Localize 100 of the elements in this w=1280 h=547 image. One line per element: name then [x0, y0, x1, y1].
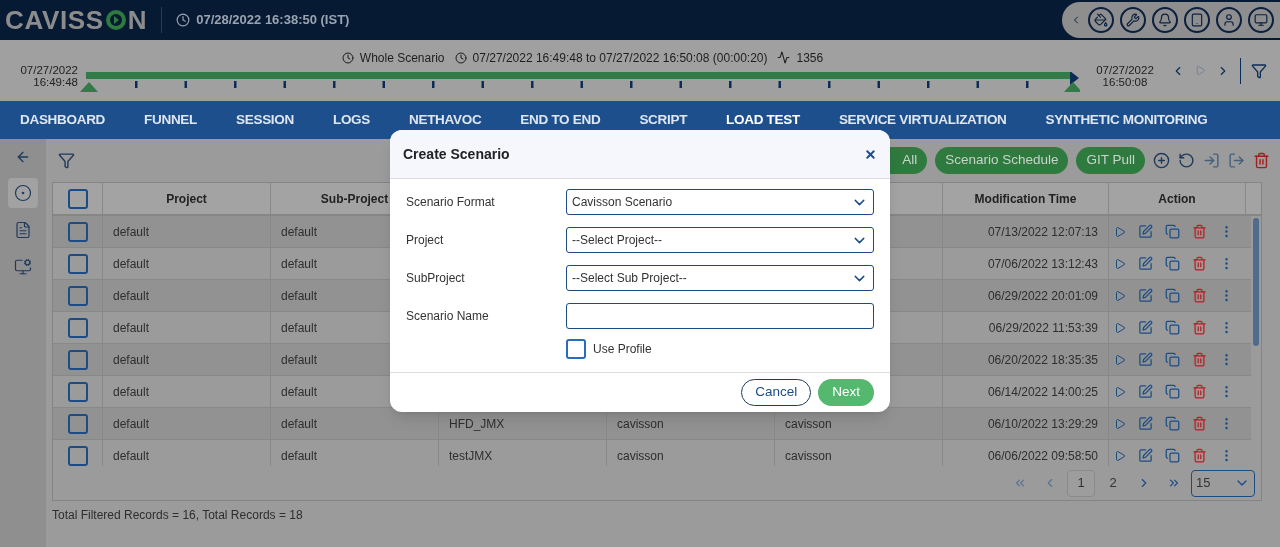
copy-icon[interactable] — [1164, 256, 1180, 271]
clock-icon — [454, 51, 467, 64]
edit-icon[interactable] — [1137, 256, 1153, 271]
import-icon[interactable] — [1203, 152, 1220, 169]
time-range: 07/27/2022 16:49:48 to 07/27/2022 16:50:08 (00:00:20) — [472, 49, 768, 67]
nav-tab[interactable]: LOAD TEST — [726, 109, 800, 131]
nav-tab[interactable]: END TO END — [520, 109, 601, 131]
bell-icon[interactable] — [1152, 7, 1178, 33]
delete-icon[interactable] — [1191, 320, 1207, 335]
row-checkbox[interactable] — [67, 253, 88, 274]
row-checkbox[interactable] — [67, 381, 88, 402]
nav-tab[interactable]: SCRIPT — [639, 109, 688, 131]
pulse-icon — [777, 51, 791, 64]
edit-icon[interactable] — [1137, 320, 1153, 335]
tools-icon[interactable] — [1120, 7, 1146, 33]
filter-icon[interactable] — [1251, 62, 1267, 79]
user-icon[interactable] — [1216, 7, 1242, 33]
clock-icon — [176, 13, 191, 27]
row-checkbox[interactable] — [67, 317, 88, 338]
copy-icon[interactable] — [1164, 352, 1180, 367]
delete-icon[interactable] — [1191, 448, 1207, 463]
run-icon[interactable] — [1113, 417, 1126, 430]
table-cell-text: default — [113, 287, 150, 305]
table-cell-text: cavisson — [617, 415, 664, 433]
delete-icon[interactable] — [1253, 152, 1270, 169]
paint-bucket-icon[interactable] — [1088, 7, 1114, 33]
first-page-icon[interactable] — [1013, 476, 1027, 490]
use-profile-checkbox[interactable] — [566, 339, 586, 359]
tablet-icon[interactable] — [1184, 7, 1210, 33]
last-page-icon[interactable] — [1167, 476, 1181, 490]
field-label: Scenario Name — [406, 308, 490, 325]
table-cell-text: default — [281, 351, 318, 369]
scenario-scope: Whole Scenario — [359, 49, 445, 67]
edit-icon[interactable] — [1137, 288, 1153, 303]
copy-icon[interactable] — [1164, 384, 1180, 399]
edit-icon[interactable] — [1137, 448, 1153, 463]
close-icon[interactable] — [864, 147, 877, 161]
timeline-slider[interactable] — [80, 71, 1080, 92]
row-checkbox[interactable] — [67, 221, 88, 242]
add-icon[interactable] — [1153, 152, 1170, 169]
monitor-icon[interactable] — [1248, 7, 1274, 33]
run-icon[interactable] — [1113, 225, 1126, 238]
toolbar-button[interactable]: GIT Pull — [1076, 147, 1145, 174]
records-summary: Total Filtered Records = 16, Total Records = 18 — [52, 507, 304, 524]
input-field[interactable] — [566, 303, 874, 329]
table-cell-text: 06/14/2022 14:00:25 — [987, 383, 1098, 401]
run-icon[interactable] — [1113, 321, 1126, 334]
copy-icon[interactable] — [1164, 320, 1180, 335]
dropdown-field[interactable]: Cavisson Scenario — [566, 189, 874, 215]
dropdown-field[interactable]: --Select Project-- — [566, 227, 874, 253]
start-time: 07/27/2022 16:49:48 — [19, 62, 78, 88]
edit-icon[interactable] — [1137, 224, 1153, 239]
delete-icon[interactable] — [1191, 352, 1207, 367]
run-icon[interactable] — [1113, 385, 1126, 398]
run-icon[interactable] — [1113, 353, 1126, 366]
copy-icon[interactable] — [1164, 416, 1180, 431]
delete-icon[interactable] — [1191, 224, 1207, 239]
run-icon[interactable] — [1113, 289, 1126, 302]
page-button[interactable]: 2 — [1099, 469, 1127, 497]
table-cell-text: 07/13/2022 12:07:13 — [987, 223, 1098, 241]
run-icon[interactable] — [1113, 449, 1126, 462]
nav-tab[interactable]: LOGS — [332, 109, 370, 131]
delete-icon[interactable] — [1191, 288, 1207, 303]
delete-icon[interactable] — [1191, 384, 1207, 399]
dropdown-field[interactable]: --Select Sub Project-- — [566, 265, 874, 291]
refresh-icon[interactable] — [1178, 152, 1195, 169]
delete-icon[interactable] — [1191, 416, 1207, 431]
select-all-checkbox[interactable] — [67, 188, 88, 209]
table-cell-text: cavisson — [785, 415, 832, 433]
edit-icon[interactable] — [1137, 384, 1153, 399]
back-icon[interactable] — [15, 149, 31, 165]
nav-tab[interactable]: SERVICE VIRTUALIZATION — [838, 109, 1007, 131]
table-cell-text: default — [281, 255, 318, 273]
nav-tab[interactable]: SESSION — [236, 109, 294, 131]
nav-tab[interactable]: NETHAVOC — [409, 109, 482, 131]
filter-icon[interactable] — [58, 152, 75, 169]
copy-icon[interactable] — [1164, 448, 1180, 463]
dialog-title: Create Scenario — [403, 144, 510, 164]
page-size-select[interactable]: 15 — [1191, 469, 1255, 497]
nav-tab[interactable]: DASHBOARD — [20, 109, 106, 131]
scrollbar[interactable] — [1253, 218, 1259, 346]
row-checkbox[interactable] — [67, 349, 88, 370]
nav-tab[interactable]: SYNTHETIC MONITORING — [1045, 109, 1208, 131]
row-checkbox[interactable] — [67, 445, 88, 466]
edit-icon[interactable] — [1137, 416, 1153, 431]
export-icon[interactable] — [1228, 152, 1245, 169]
copy-icon[interactable] — [1164, 288, 1180, 303]
delete-icon[interactable] — [1191, 256, 1207, 271]
row-checkbox[interactable] — [67, 413, 88, 434]
table-cell-text: default — [281, 223, 318, 241]
edit-icon[interactable] — [1137, 352, 1153, 367]
copy-icon[interactable] — [1164, 224, 1180, 239]
row-checkbox[interactable] — [67, 285, 88, 306]
page-button[interactable]: 1 — [1067, 469, 1095, 497]
run-icon[interactable] — [1113, 257, 1126, 270]
table-cell-text: default — [113, 383, 150, 401]
nav-tab[interactable]: FUNNEL — [144, 109, 197, 131]
toolbar-button[interactable]: Scenario Schedule — [935, 147, 1069, 174]
side-item[interactable] — [8, 178, 38, 208]
table-cell-text: default — [281, 415, 318, 433]
